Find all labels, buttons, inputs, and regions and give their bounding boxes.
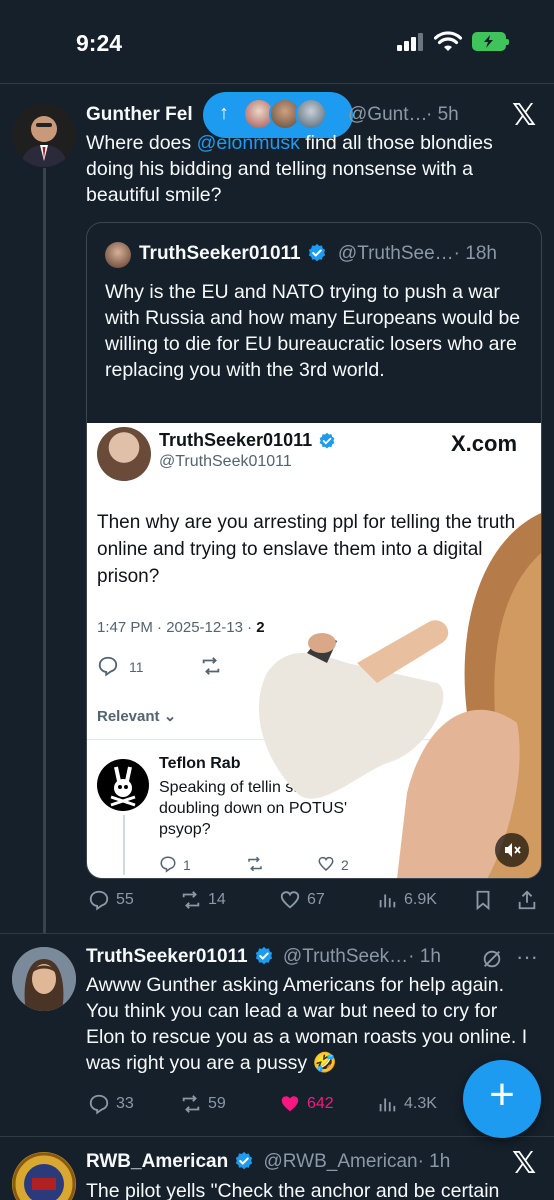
- tweet1-repost-button[interactable]: 14: [180, 889, 226, 911]
- share-icon[interactable]: [516, 889, 538, 911]
- tweet2-views-button[interactable]: 4.3K: [376, 1093, 437, 1115]
- status-bar: 9:24: [0, 0, 554, 84]
- quote-media-video[interactable]: TruthSeeker01011 @TruthSeek01011 X.com T…: [87, 423, 541, 878]
- bookmark-icon[interactable]: [472, 889, 494, 911]
- arrow-up-icon: ↑: [219, 102, 229, 124]
- tweet2-repost-button[interactable]: 59: [180, 1093, 226, 1115]
- media-author-name: TruthSeeker01011: [159, 430, 336, 451]
- battery-icon: [472, 32, 509, 51]
- quote-avatar: [105, 242, 131, 268]
- media-reply-thread-line: [123, 815, 125, 875]
- tweet2-view-count: 4.3K: [404, 1095, 437, 1112]
- tweet2-text: Awww Gunther asking Americans for help a…: [86, 974, 528, 1074]
- x-logo-icon: 𝕏: [512, 1146, 537, 1181]
- avatar-gunther[interactable]: [12, 103, 76, 167]
- wifi-icon: [434, 31, 462, 51]
- tweet1-views-button[interactable]: 6.9K: [376, 889, 437, 911]
- pill-avatar-3: [295, 98, 327, 130]
- media-author-name-text: TruthSeeker01011: [159, 430, 313, 450]
- status-time: 9:24: [76, 30, 123, 56]
- mute-button[interactable]: [495, 833, 529, 867]
- tweet2-time: · 1h: [408, 946, 441, 967]
- tweet2-repost-count: 59: [208, 1095, 226, 1112]
- tweet1-repost-count: 14: [208, 891, 226, 908]
- tweet3-author-handle[interactable]: @RWB_American: [263, 1151, 417, 1172]
- verified-badge-icon: [236, 1151, 253, 1170]
- thread-line: [43, 168, 46, 933]
- media-reply-reply-icon: [160, 856, 176, 873]
- media-reply-avatar: [97, 759, 149, 811]
- divider: [0, 1136, 554, 1137]
- repost-icon: [182, 1095, 200, 1113]
- tweet2-author-handle[interactable]: @TruthSeek…: [283, 946, 408, 967]
- media-avatar: [97, 427, 151, 481]
- tweet1-header: Gunther Fel @Gunt… · 5h: [86, 104, 459, 126]
- tweet1-text: Where does @elonmusk find all those blon…: [86, 130, 536, 208]
- more-options-icon[interactable]: ···: [516, 944, 538, 970]
- reply-icon: [89, 890, 109, 911]
- verified-badge-icon: [308, 243, 325, 262]
- tweet2-author-name[interactable]: TruthSeeker01011: [86, 946, 248, 967]
- tweet1-time: · 5h: [426, 104, 459, 125]
- tweet3-header: RWB_American @RWB_American· 1h: [86, 1151, 450, 1173]
- tweet2-like-count: 642: [307, 1095, 334, 1112]
- tweet3-text: The pilot yells "Check the anchor and be…: [86, 1180, 500, 1200]
- tweet2-reply-button[interactable]: 33: [88, 1093, 134, 1115]
- tweet1-reply-count: 55: [116, 891, 134, 908]
- media-xcom-logo: X.com: [451, 431, 518, 456]
- like-icon: [280, 891, 300, 909]
- speaker-muted-icon: [505, 843, 521, 857]
- verified-badge-icon: [319, 432, 335, 449]
- tweet1-like-button[interactable]: 67: [279, 889, 325, 911]
- liked-heart-icon: [281, 1096, 299, 1112]
- tweet1-author-name[interactable]: Gunther Fel: [86, 104, 193, 125]
- quote-text: Why is the EU and NATO trying to push a …: [105, 281, 521, 381]
- tweet1-like-count: 67: [307, 891, 325, 908]
- repost-icon: [182, 891, 200, 909]
- tweet2-like-button[interactable]: 642: [279, 1093, 334, 1115]
- avatar-rwb-american[interactable]: [12, 1152, 76, 1200]
- tweet1-text-part: Where does: [86, 132, 197, 154]
- cellular-signal-icon: [397, 33, 425, 51]
- views-icon: [379, 894, 396, 908]
- media-reply-icon: [98, 656, 118, 677]
- tweet2-reply-count: 33: [116, 1095, 134, 1112]
- avatar-truthseeker[interactable]: [12, 947, 76, 1011]
- tweet3-author-name[interactable]: RWB_American: [86, 1151, 228, 1172]
- reply-icon: [89, 1094, 109, 1115]
- tweet1-view-count: 6.9K: [404, 891, 437, 908]
- media-relevant-sort: Relevant ⌄: [97, 708, 177, 725]
- quote-header: TruthSeeker01011 @TruthSee…· 18h: [139, 243, 497, 265]
- media-repost-icon: [202, 657, 220, 675]
- x-logo-icon: 𝕏: [512, 98, 537, 133]
- media-video-frame-person: [258, 513, 541, 878]
- tweet1-reply-button[interactable]: 55: [88, 889, 134, 911]
- quote-author-handle: @TruthSee…: [337, 243, 454, 264]
- mention-link[interactable]: @elonmusk: [197, 132, 300, 154]
- media-reply-reply-count: 1: [183, 857, 191, 873]
- media-reply-count: 11: [129, 659, 144, 675]
- tweet1-author-handle[interactable]: @Gunt…: [348, 104, 427, 126]
- views-icon: [379, 1098, 396, 1112]
- media-author-handle: @TruthSeek01011: [159, 453, 292, 470]
- divider: [0, 933, 554, 934]
- quote-author-name: TruthSeeker01011: [139, 243, 301, 264]
- compose-post-button[interactable]: +: [463, 1060, 541, 1138]
- quote-time: · 18h: [453, 243, 497, 264]
- tweet3-time: · 1h: [417, 1151, 451, 1172]
- plus-icon: +: [489, 1070, 515, 1119]
- tweet2-header: TruthSeeker01011 @TruthSeek…· 1h: [86, 946, 441, 968]
- grok-icon[interactable]: [480, 948, 504, 970]
- verified-badge-icon: [255, 946, 272, 965]
- media-relevant-text: Relevant: [97, 708, 160, 725]
- quote-tweet-card[interactable]: TruthSeeker01011 @TruthSee…· 18h Why is …: [86, 222, 542, 879]
